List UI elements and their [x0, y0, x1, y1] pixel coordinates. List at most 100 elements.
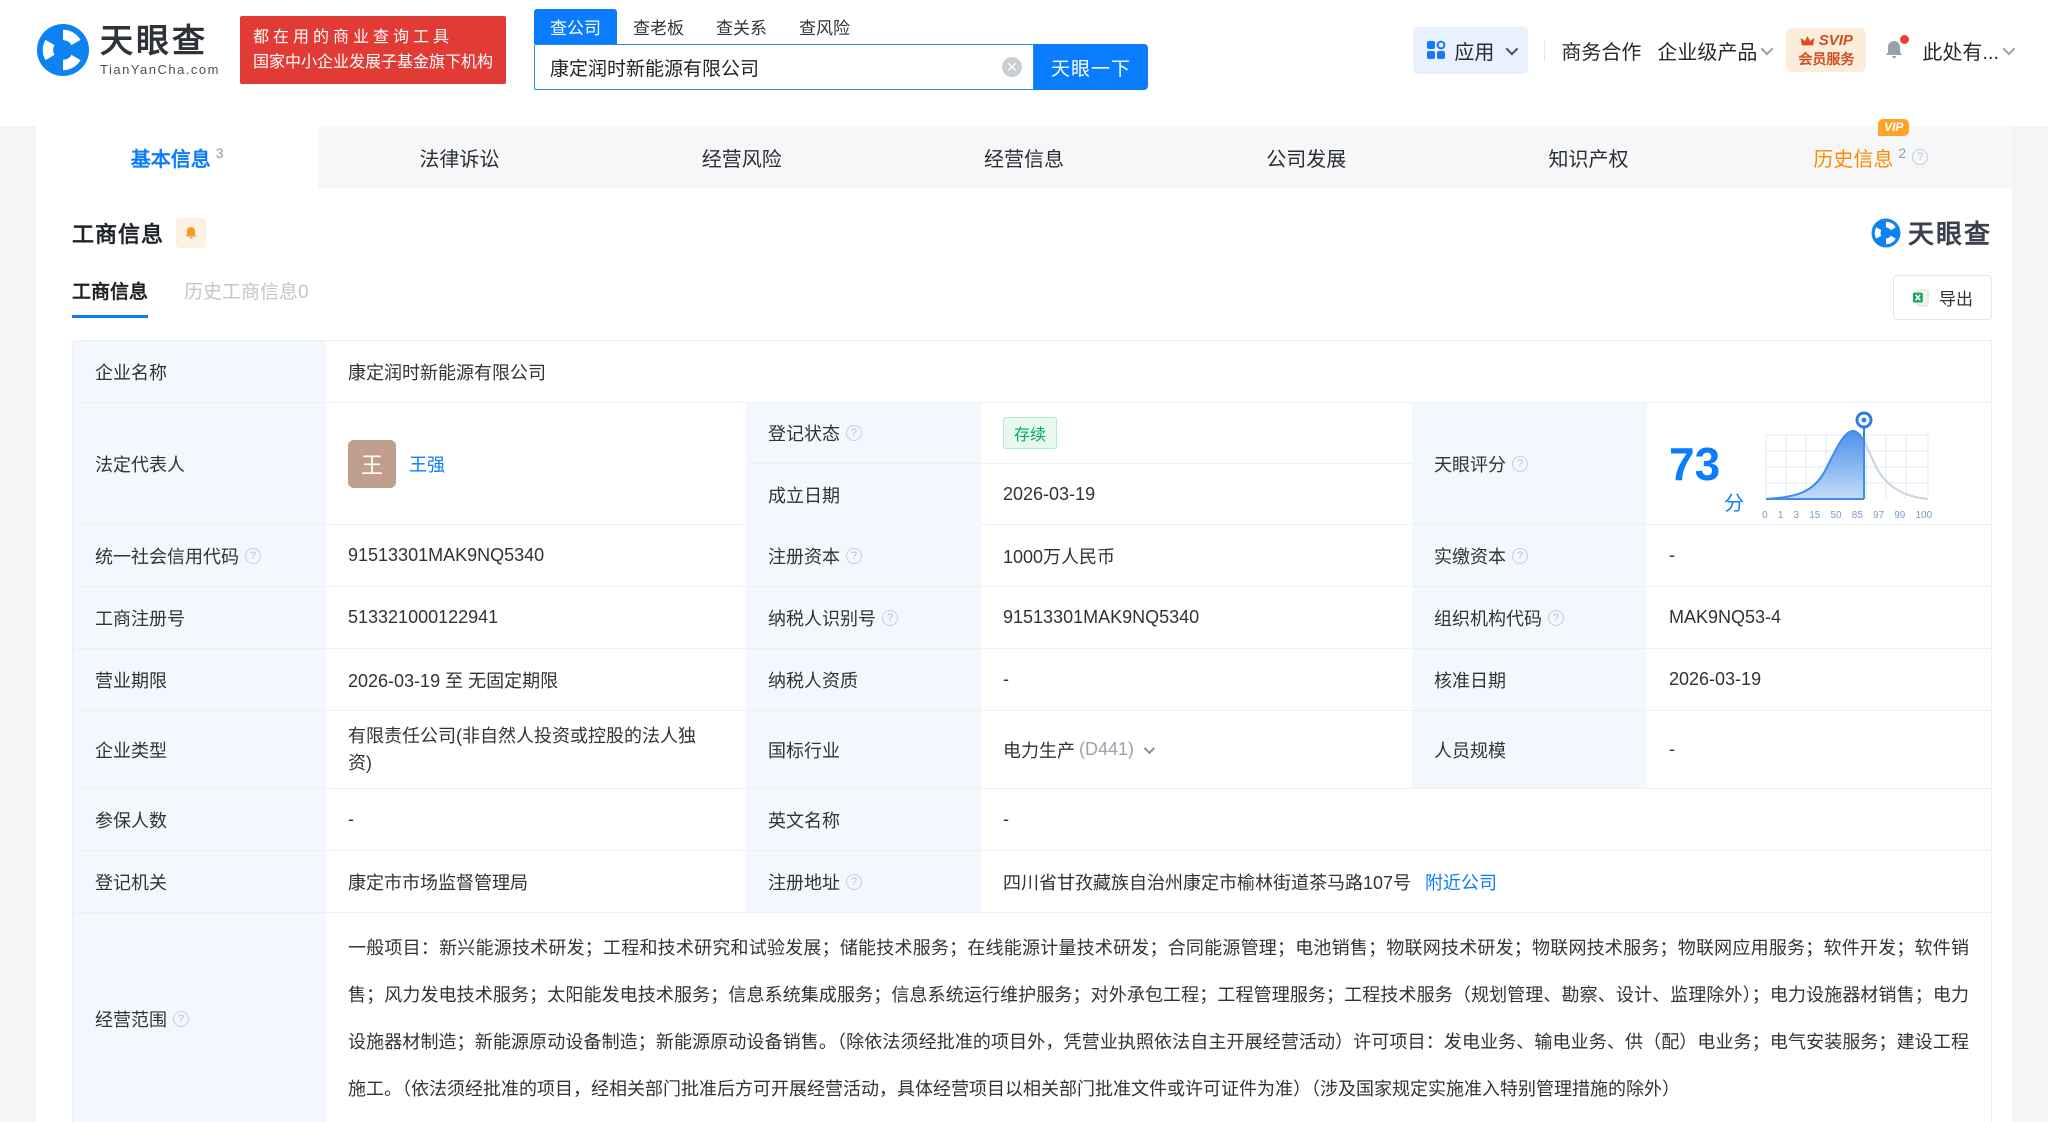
industry-name: 电力生产: [1003, 740, 1075, 761]
field-label-insured-count: 参保人数: [73, 789, 326, 851]
search-submit-button[interactable]: 天眼一下: [1034, 44, 1149, 90]
tab-operating-risk[interactable]: 经营风险: [601, 126, 883, 188]
field-value-business-scope: 一般项目：新兴能源技术研发；工程和技术研究和试验发展；储能技术服务；在线能源计量…: [326, 913, 1991, 1122]
export-button[interactable]: 导出: [1893, 275, 1992, 320]
help-icon[interactable]: ?: [245, 547, 261, 564]
legal-rep-avatar[interactable]: 王: [348, 439, 396, 488]
field-value-registration-number: 513321000122941: [326, 587, 746, 649]
apps-grid-icon: [1427, 40, 1446, 59]
field-value-paid-capital: -: [1647, 525, 1991, 587]
label-text: 登记状态: [768, 424, 840, 444]
export-label: 导出: [1939, 290, 1973, 309]
field-value-establish-date: 2026-03-19: [1003, 484, 1096, 504]
tab-label: 公司发展: [1266, 148, 1347, 171]
field-value-org-code: MAK9NQ53-4: [1647, 587, 1991, 649]
search-input[interactable]: [534, 44, 1035, 90]
label-text: 组织机构代码: [1434, 608, 1542, 629]
tab-label: 经营风险: [701, 148, 782, 171]
subtab-row: 工商信息 历史工商信息0 导出: [72, 275, 1992, 320]
help-icon[interactable]: ?: [846, 873, 862, 890]
subtab-business-info[interactable]: 工商信息: [72, 277, 149, 318]
promo-line2: 国家中小企业发展子基金旗下机构: [253, 54, 494, 71]
help-icon[interactable]: ?: [1512, 455, 1528, 472]
nav-enterprise-products[interactable]: 企业级产品: [1657, 36, 1774, 65]
tab-basic-info[interactable]: 基本信息 3: [36, 126, 319, 188]
tianyancha-watermark: 天眼查: [1871, 214, 1992, 251]
tab-count: 3: [215, 145, 224, 161]
tianyancha-swirl-icon: [1871, 218, 1901, 247]
field-value-approval-date: 2026-03-19: [1647, 649, 1991, 711]
header-nav: 应用 商务合作 企业级产品 SVIP 会员服务 此处有...: [1413, 26, 2016, 74]
help-icon[interactable]: ?: [1512, 547, 1528, 564]
tab-intellectual-property[interactable]: 知识产权: [1447, 126, 1729, 188]
field-value-english-name: -: [981, 789, 1991, 851]
search-tabs: 查公司 查老板 查关系 查风险: [534, 9, 1148, 44]
nav-business-cooperation[interactable]: 商务合作: [1561, 36, 1641, 65]
tab-operating-info[interactable]: 经营信息: [883, 126, 1165, 188]
bell-icon: [185, 226, 197, 238]
field-value-registration-authority: 康定市市场监督管理局: [326, 851, 746, 913]
status-date-subgrid: 登记状态 ? 存续 成立日期 2026-03-19: [746, 403, 1412, 525]
search-tab-risk[interactable]: 查风险: [783, 9, 866, 44]
subscribe-bell-button[interactable]: [176, 217, 207, 248]
legal-rep-name-link[interactable]: 王强: [409, 451, 445, 477]
field-value-registered-capital: 1000万人民币: [981, 525, 1412, 587]
value-text: 有限责任公司(非自然人投资或控股的法人独资): [348, 725, 696, 773]
tianyancha-swirl-icon: [36, 23, 90, 77]
help-icon[interactable]: ?: [882, 609, 898, 626]
excel-icon: [1912, 288, 1929, 307]
watermark-text: 天眼查: [1907, 219, 1992, 249]
apps-menu[interactable]: 应用: [1413, 26, 1529, 74]
nav-account-menu[interactable]: 此处有...: [1922, 36, 2016, 65]
field-value-registered-address: 四川省甘孜藏族自治州康定市榆林街道茶马路107号 附近公司: [981, 851, 1991, 913]
score-axis-labels: 0 1 3 15 50 85 97 99 100: [1762, 509, 1933, 521]
apps-label: 应用: [1454, 41, 1495, 64]
field-label-registered-capital: 注册资本 ?: [746, 525, 981, 587]
tab-legal-proceedings[interactable]: 法律诉讼: [318, 126, 600, 188]
label-text: 经营范围: [95, 1010, 167, 1030]
svip-member-service[interactable]: SVIP 会员服务: [1786, 27, 1867, 73]
svip-sublabel: 会员服务: [1798, 50, 1855, 67]
industry-code: (D441): [1079, 739, 1135, 759]
field-label-staff-size: 人员规模: [1412, 711, 1647, 789]
field-label-approval-date: 核准日期: [1412, 649, 1647, 711]
label-text: 纳税人识别号: [768, 608, 876, 629]
address-text: 四川省甘孜藏族自治州康定市榆林街道茶马路107号: [1003, 872, 1412, 893]
label-text: 注册资本: [768, 546, 840, 567]
help-icon[interactable]: ?: [846, 547, 862, 564]
search-tab-boss[interactable]: 查老板: [617, 9, 700, 44]
field-value-company-type: 有限责任公司(非自然人投资或控股的法人独资): [326, 711, 746, 789]
enterprise-label: 企业级产品: [1657, 41, 1758, 64]
help-icon[interactable]: ?: [173, 1011, 189, 1027]
header-spacer: [0, 100, 2048, 126]
chevron-down-icon[interactable]: [1143, 742, 1156, 754]
vip-badge: VIP: [1878, 118, 1910, 136]
field-value-insured-count: -: [326, 789, 746, 851]
tab-label: 法律诉讼: [419, 148, 500, 171]
field-value-industry: 电力生产 (D441): [981, 711, 1412, 789]
search-tab-relation[interactable]: 查关系: [700, 9, 783, 44]
clear-search-icon[interactable]: ✕: [1002, 57, 1023, 77]
field-label-registered-address: 注册地址 ?: [746, 851, 981, 913]
help-icon[interactable]: ?: [1912, 149, 1929, 165]
help-icon[interactable]: ?: [846, 425, 862, 441]
notification-bell[interactable]: [1882, 35, 1910, 62]
field-label-business-term: 营业期限: [73, 649, 326, 711]
subtab-history-business-info[interactable]: 历史工商信息0: [184, 277, 309, 318]
tab-history-info[interactable]: 历史信息 VIP 2 ?: [1730, 118, 2012, 188]
help-icon[interactable]: ?: [1548, 609, 1564, 626]
field-label-business-scope: 经营范围 ?: [73, 913, 326, 1122]
field-label-taxpayer-id: 纳税人识别号 ?: [746, 587, 981, 649]
search-area: 查公司 查老板 查关系 查风险 ✕ 天眼一下: [534, 9, 1149, 90]
tab-company-development[interactable]: 公司发展: [1165, 126, 1447, 188]
field-value-tyc-score: 73 分 0 1 3 15 50 85 97 99 100: [1647, 403, 1991, 525]
nearby-companies-link[interactable]: 附近公司: [1425, 869, 1497, 895]
field-value-taxpayer-id: 91513301MAK9NQ5340: [981, 587, 1412, 649]
business-info-card: 工商信息 天眼查 工商信息 历史工商信息0 导出 企业名称 康定润时新能源有限公…: [36, 188, 2012, 1122]
field-label-tyc-score: 天眼评分 ?: [1412, 403, 1647, 525]
notification-dot: [1900, 35, 1910, 44]
search-tab-company[interactable]: 查公司: [534, 9, 618, 44]
field-value-taxpayer-quality: -: [981, 649, 1412, 711]
site-header: 天眼查 TianYanCha.com 都在用的商业查询工具 国家中小企业发展子基…: [0, 0, 2048, 100]
tianyancha-logo[interactable]: 天眼查 TianYanCha.com: [36, 22, 220, 77]
